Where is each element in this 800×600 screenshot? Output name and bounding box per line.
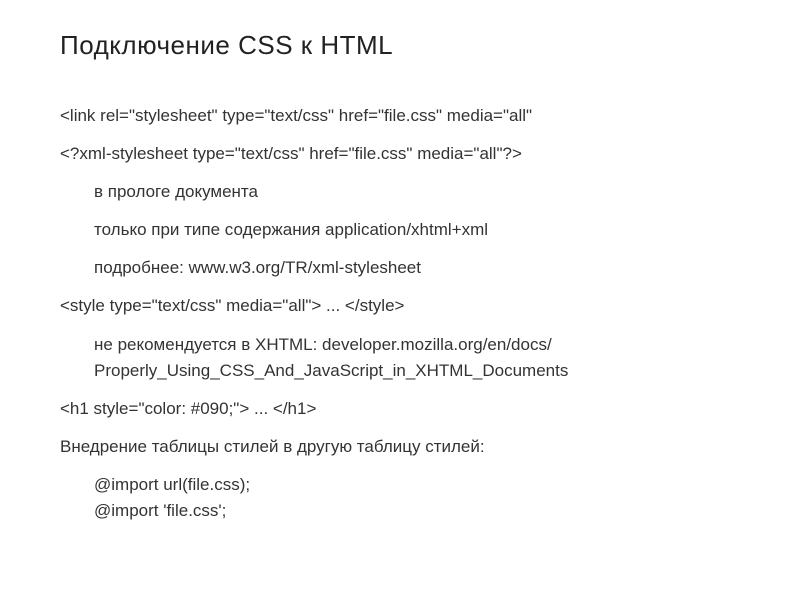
note-line: не рекомендуется в XHTML: developer.mozi… xyxy=(60,334,800,356)
note-line: Properly_Using_CSS_And_JavaScript_in_XHT… xyxy=(60,360,800,382)
slide-body: <link rel="stylesheet" type="text/css" h… xyxy=(60,105,800,522)
code-line: <style type="text/css" media="all"> ... … xyxy=(60,295,800,317)
note-line: только при типе содержания application/x… xyxy=(60,219,800,241)
code-line: @import 'file.css'; xyxy=(60,500,800,522)
code-line: <?xml-stylesheet type="text/css" href="f… xyxy=(60,143,800,165)
code-line: <link rel="stylesheet" type="text/css" h… xyxy=(60,105,800,127)
note-line: подробнее: www.w3.org/TR/xml-stylesheet xyxy=(60,257,800,279)
slide-title: Подключение CSS к HTML xyxy=(60,30,800,61)
code-line: @import url(file.css); xyxy=(60,474,800,496)
text-line: Внедрение таблицы стилей в другую таблиц… xyxy=(60,436,800,458)
note-line: в прологе документа xyxy=(60,181,800,203)
code-line: <h1 style="color: #090;"> ... </h1> xyxy=(60,398,800,420)
